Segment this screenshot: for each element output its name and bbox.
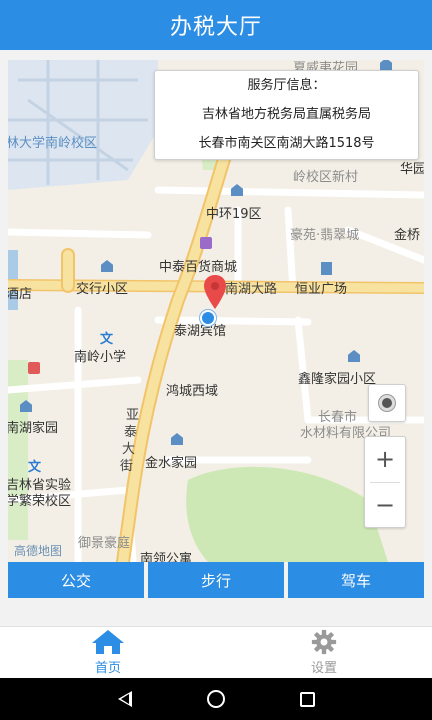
- map-label-huayuan: 华园: [400, 162, 424, 177]
- map-label-nanhujiayuan: 南湖家园: [8, 421, 59, 436]
- amap-logo: 高德地图: [14, 544, 63, 558]
- map-label-jinqiao: 金桥: [394, 228, 421, 243]
- info-name: 吉林省地方税务局直属税务局: [201, 107, 371, 122]
- map-label-jiudian: 酒店: [8, 287, 33, 302]
- school-icon: 文: [28, 460, 42, 475]
- tab-settings[interactable]: 设置: [216, 627, 432, 678]
- tab-home[interactable]: 首页: [0, 627, 216, 678]
- map-label-taihu: 泰湖宾馆: [174, 324, 227, 339]
- service-info-box: 服务厅信息： 吉林省地方税务局直属税务局 长春市南关区南湖大路1518号: [154, 70, 419, 160]
- page-title: 办税大厅: [169, 15, 262, 40]
- android-nav-bar: [0, 678, 432, 720]
- info-address: 长春市南关区南湖大路1518号: [198, 136, 375, 151]
- drive-route-button[interactable]: 驾车: [288, 562, 424, 598]
- home-circle-icon[interactable]: [206, 690, 225, 708]
- map-label-yatai-d: 街: [120, 459, 134, 474]
- map-label-hengye: 恒业广场: [295, 282, 348, 297]
- zoom-control: + −: [364, 436, 406, 528]
- map-label-nanling: 南岭小学: [74, 350, 127, 365]
- map-label-zhongtai: 中泰百货商城: [159, 260, 238, 275]
- walk-route-button[interactable]: 步行: [148, 562, 284, 598]
- map-label-xinlong: 鑫隆家园小区: [298, 372, 377, 387]
- map-label-zhonghuan: 中环19区: [206, 207, 262, 222]
- map-label-jida: 林大学南岭校区: [8, 136, 98, 151]
- office-icon: [321, 262, 332, 275]
- current-location-dot: [200, 310, 216, 326]
- map-label-lingxiao: 岭校区新村: [293, 170, 359, 185]
- map-label-nanjing: 南领公寓: [140, 552, 193, 562]
- gear-icon: [311, 629, 337, 655]
- map-label-yujing: 御景豪庭: [78, 536, 131, 551]
- map-label-nanhu-road: 南湖大路: [225, 282, 278, 297]
- back-icon[interactable]: [117, 691, 132, 707]
- recent-apps-icon[interactable]: [299, 691, 315, 707]
- school-icon: 文: [100, 332, 114, 347]
- tab-home-label: 首页: [94, 661, 121, 676]
- zoom-in-button[interactable]: +: [364, 437, 406, 482]
- map-label-jinshui: 金水家园: [145, 456, 198, 471]
- info-heading: 服务厅信息：: [247, 78, 326, 93]
- hospital-icon: [28, 362, 40, 374]
- route-button-row: 公交 步行 驾车: [8, 562, 424, 598]
- bottom-tab-bar: 首页 设置: [0, 626, 432, 678]
- shop-icon: [200, 237, 212, 249]
- map-label-haoyuan: 豪苑·翡翠城: [290, 228, 360, 243]
- home-icon: [92, 630, 124, 654]
- building-icon: [380, 60, 392, 70]
- locate-icon: [379, 395, 395, 411]
- tab-settings-label: 设置: [310, 661, 337, 676]
- map-label-hongcheng: 鸿城西域: [166, 384, 219, 399]
- map-label-jilin-b: 学繁荣校区: [8, 494, 72, 509]
- zoom-out-button[interactable]: −: [364, 482, 406, 527]
- app-root: 办税大厅 夏威夷花园 林大学南岭校区 华园 岭校区新村 中环19区 豪苑·翡翠城…: [0, 0, 432, 720]
- locate-button[interactable]: [368, 384, 406, 422]
- location-marker-icon[interactable]: [204, 275, 226, 309]
- bus-route-button[interactable]: 公交: [8, 562, 144, 598]
- map-label-jiaoxing: 交行小区: [76, 282, 129, 297]
- title-bar: 办税大厅: [0, 0, 432, 50]
